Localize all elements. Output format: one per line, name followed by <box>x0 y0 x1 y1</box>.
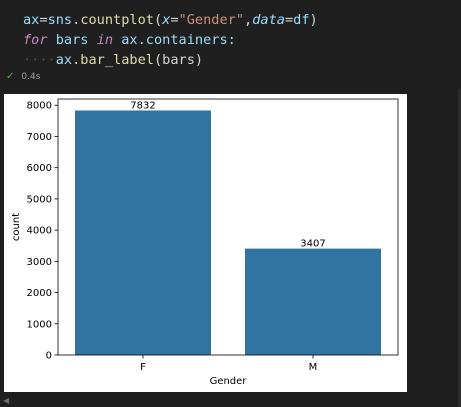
check-icon: ✓ <box>6 71 15 82</box>
execution-status: ✓ 0.4s <box>6 70 40 84</box>
code-token: df <box>293 12 310 28</box>
y-tick-label: 3000 <box>27 257 52 268</box>
code-token: .containers: <box>137 32 236 48</box>
x-axis-label: Gender <box>210 376 248 387</box>
x-tick-label: F <box>140 362 146 373</box>
y-axis-label: count <box>11 213 22 241</box>
code-token: = <box>39 12 48 28</box>
code-token: "Gender" <box>178 12 245 28</box>
y-tick-label: 1000 <box>27 319 52 330</box>
code-token: ax <box>121 32 138 48</box>
code-token: countplot <box>80 12 154 28</box>
chart-output: 0 1000 2000 3000 4000 5000 6000 7000 8000 7832 34… <box>4 94 407 392</box>
scroll-left-icon[interactable]: ◀ <box>3 396 9 405</box>
code-token: .bar_label <box>72 52 154 68</box>
code-token: = <box>284 12 294 28</box>
bar-F <box>75 110 211 355</box>
code-token: ax <box>23 12 40 28</box>
code-line-3[interactable]: ····ax.bar_label(bars) <box>23 51 203 69</box>
code-token: data <box>252 12 285 28</box>
code-cell[interactable]: ax=sns.countplot(x="Gender",data=df) for… <box>0 0 461 90</box>
code-line-2[interactable]: for bars in ax.containers: <box>23 31 236 49</box>
bar-value-label: 3407 <box>300 239 325 250</box>
y-tick-label: 0 <box>46 351 52 362</box>
x-tick-label: M <box>309 362 318 373</box>
execution-time: 0.4s <box>21 72 41 82</box>
code-token: , <box>244 12 253 28</box>
code-token: (bars) <box>153 52 204 68</box>
code-token: ax <box>55 52 73 68</box>
bar-value-label: 7832 <box>130 100 155 111</box>
y-tick-label: 6000 <box>27 163 52 174</box>
bars: 7832 3407 <box>75 100 381 355</box>
y-tick-label: 2000 <box>27 288 52 299</box>
y-tick-label: 4000 <box>27 226 52 237</box>
code-line-1[interactable]: ax=sns.countplot(x="Gender",data=df) <box>23 11 318 29</box>
code-token: ( <box>153 12 163 28</box>
code-token: sns <box>47 12 73 28</box>
code-token: bars <box>55 32 89 48</box>
code-token: = <box>170 12 179 28</box>
y-tick-label: 8000 <box>27 101 52 112</box>
y-axis-ticks: 0 1000 2000 3000 4000 5000 6000 7000 8000 <box>27 101 58 362</box>
y-tick-label: 7000 <box>27 132 52 143</box>
indent-guide: ···· <box>23 52 56 68</box>
x-axis-ticks: FM <box>140 355 317 373</box>
y-tick-label: 5000 <box>27 194 52 205</box>
code-token: for <box>23 32 48 48</box>
code-token: ) <box>309 12 318 28</box>
bar-chart: 0 1000 2000 3000 4000 5000 6000 7000 8000 7832 34… <box>11 98 399 387</box>
bar-M <box>245 248 381 355</box>
code-token: in <box>96 32 114 48</box>
